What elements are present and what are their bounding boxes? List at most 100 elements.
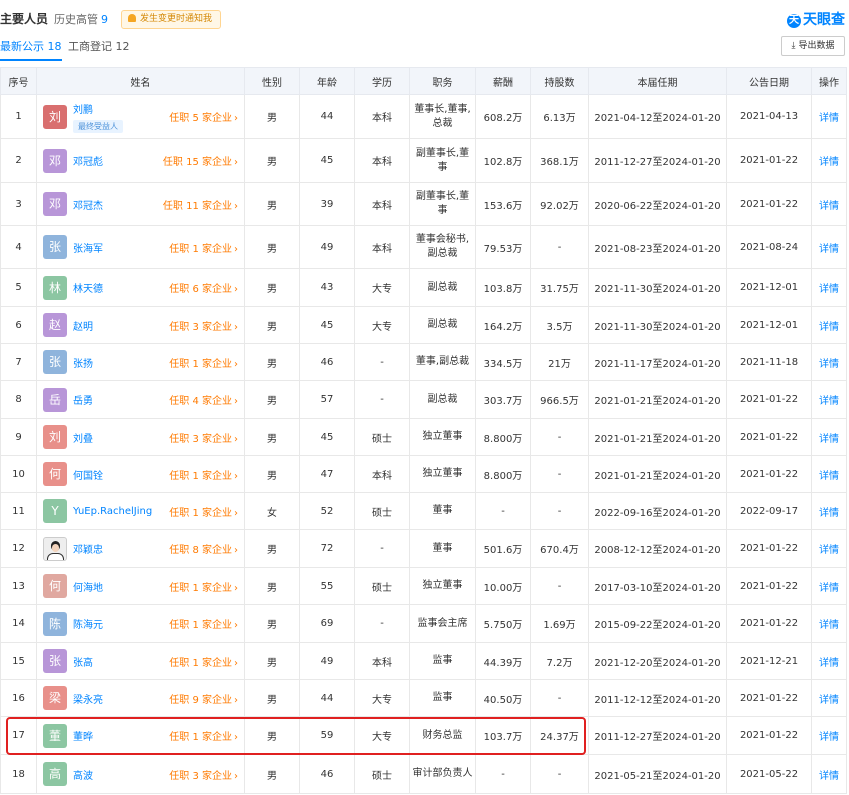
details-link[interactable]: 详情 [819,359,839,370]
related-companies-link[interactable]: 任职 1 家企业 › [169,467,238,482]
avatar[interactable]: 岳 [43,387,67,412]
details-link[interactable]: 详情 [819,658,839,669]
position: 副总裁 [409,380,476,419]
shares: 3.5万 [530,306,589,344]
details-link[interactable]: 详情 [819,695,839,706]
term: 2021-01-21至2024-01-20 [588,380,727,419]
person-name-link[interactable]: 高波 [73,771,93,782]
avatar[interactable]: 董 [43,723,67,748]
avatar[interactable]: 林 [43,275,67,300]
avatar[interactable]: 邓 [43,192,67,216]
table-row: 4 张 张海军 任职 1 家企业 › 男 49 本科 董事会秘书,副总裁 79.5… [0,225,847,269]
person-name-link[interactable]: 邓冠杰 [73,201,103,212]
person-name-link[interactable]: 张扬 [73,359,93,370]
related-companies-link[interactable]: 任职 1 家企业 › [169,504,238,519]
person-name-link[interactable]: 岳勇 [73,396,93,407]
person-name-link[interactable]: 张海军 [73,244,103,255]
avatar[interactable]: 张 [43,649,67,673]
details-link[interactable]: 详情 [819,732,839,743]
related-companies-link[interactable]: 任职 4 家企业 › [169,392,238,407]
person-name-link[interactable]: 刘鹏 [73,105,93,116]
avatar[interactable]: 何 [43,462,67,486]
name-cell: 邓 邓冠彪 任职 15 家企业 › [36,138,245,183]
person-name-link[interactable]: 邓颖忠 [73,545,103,556]
person-name-link[interactable]: 林天德 [73,284,103,295]
details-link[interactable]: 详情 [819,396,839,407]
related-companies-link[interactable]: 任职 3 家企业 › [169,318,238,333]
details-link[interactable]: 详情 [819,545,839,556]
details-link[interactable]: 详情 [819,322,839,333]
details-link[interactable]: 详情 [819,508,839,519]
person-name-link[interactable]: YuEp.RachelJing [73,506,152,517]
age: 69 [299,604,355,643]
avatar-photo[interactable] [43,536,67,561]
person-name-link[interactable]: 陈海元 [73,620,103,631]
related-companies-link[interactable]: 任职 9 家企业 › [169,691,238,706]
related-companies-link[interactable]: 任职 5 家企业 › [169,109,238,124]
gender: 男 [244,343,300,381]
person-name-link[interactable]: 邓冠彪 [73,157,103,168]
person-name-link[interactable]: 董晔 [73,732,93,743]
details-link[interactable]: 详情 [819,157,839,168]
related-companies-link[interactable]: 任职 3 家企业 › [169,767,238,782]
details-link[interactable]: 详情 [819,771,839,782]
person-name-link[interactable]: 何海地 [73,583,103,594]
position: 独立董事 [409,567,476,605]
related-companies-link[interactable]: 任职 11 家企业 › [163,197,238,212]
gender: 男 [244,679,300,717]
related-companies-link[interactable]: 任职 1 家企业 › [169,240,238,255]
related-companies-link[interactable]: 任职 1 家企业 › [169,355,238,370]
avatar[interactable]: Y [43,499,67,523]
gender: 男 [244,306,300,344]
related-companies-link[interactable]: 任职 8 家企业 › [169,541,238,556]
details-link[interactable]: 详情 [819,201,839,212]
avatar[interactable]: 邓 [43,148,67,173]
related-companies-label: 任职 1 家企业 [169,732,232,743]
table-row: 1 刘 刘鹏 最终受益人 任职 5 家企业 › 男 44 本科 董事长,董事,总裁… [0,94,847,139]
change-notify-button[interactable]: 发生变更时通知我 [121,10,222,29]
person-name-link[interactable]: 何国铨 [73,471,103,482]
position: 董事 [409,492,476,530]
avatar[interactable]: 陈 [43,611,67,636]
details-link[interactable]: 详情 [819,434,839,445]
chevron-right-icon: › [234,157,238,168]
person-name-link[interactable]: 赵明 [73,322,93,333]
chevron-right-icon: › [234,470,238,482]
announce-date: 2021-12-01 [726,306,812,344]
related-companies-link[interactable]: 任职 6 家企业 › [169,280,238,295]
tab-business-registration[interactable]: 工商登记 12 [68,38,130,54]
related-companies-link[interactable]: 任职 15 家企业 › [163,153,238,168]
gender: 男 [244,529,300,568]
avatar[interactable]: 张 [43,235,67,259]
person-name-link[interactable]: 刘叠 [73,434,93,445]
education: 硕士 [354,492,410,530]
avatar[interactable]: 张 [43,350,67,374]
person-name-link[interactable]: 梁永亮 [73,695,103,706]
related-companies-link[interactable]: 任职 1 家企业 › [169,654,238,669]
tab-latest[interactable]: 最新公示 18 [0,38,62,61]
details-link[interactable]: 详情 [819,620,839,631]
details-link[interactable]: 详情 [819,471,839,482]
person-name-link[interactable]: 张高 [73,658,93,669]
avatar[interactable]: 刘 [43,104,67,129]
avatar[interactable]: 赵 [43,313,67,337]
avatar[interactable]: 高 [43,762,67,786]
education: - [354,604,410,643]
related-companies-link[interactable]: 任职 1 家企业 › [169,728,238,743]
export-button[interactable]: ⤓ 导出数据 [781,36,845,56]
announce-date: 2021-01-22 [726,182,812,226]
avatar[interactable]: 梁 [43,686,67,710]
shares: 7.2万 [530,642,589,680]
details-link[interactable]: 详情 [819,113,839,124]
salary: 8.800万 [475,418,531,456]
related-companies-link[interactable]: 任职 1 家企业 › [169,579,238,594]
details-link[interactable]: 详情 [819,583,839,594]
row-index: 11 [0,492,37,530]
details-link[interactable]: 详情 [819,244,839,255]
history-executives-link[interactable]: 历史高管 9 [54,11,108,27]
avatar[interactable]: 刘 [43,425,67,449]
related-companies-link[interactable]: 任职 3 家企业 › [169,430,238,445]
details-link[interactable]: 详情 [819,284,839,295]
related-companies-link[interactable]: 任职 1 家企业 › [169,616,238,631]
avatar[interactable]: 何 [43,574,67,598]
